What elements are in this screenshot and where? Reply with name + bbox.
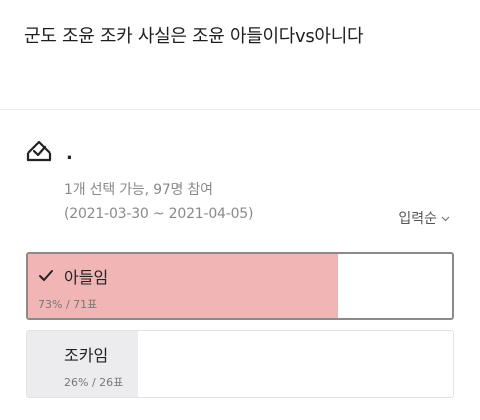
post-title: 군도 조윤 조카 사실은 조윤 아들이다vs아니다	[24, 26, 364, 47]
vote-meta: 1개 선택 가능, 97명 참여	[64, 182, 213, 198]
vote-option-label: 아들임	[64, 268, 109, 287]
vote-option-1[interactable]: 아들임 73% / 71표	[26, 252, 454, 320]
post-header: 군도 조윤 조카 사실은 조윤 아들이다vs아니다	[0, 0, 480, 110]
vote-name: .	[66, 142, 73, 164]
vote-option-label: 조카임	[64, 346, 109, 365]
vote-box-icon	[26, 140, 52, 162]
vote-header: .	[24, 138, 73, 168]
vote-option-stats: 26% / 26표	[64, 376, 124, 389]
vote-period: (2021-03-30 ~ 2021-04-05)	[64, 206, 254, 222]
vote-option-stats: 73% / 71표	[38, 298, 98, 311]
sort-dropdown-label: 입력순	[398, 211, 437, 227]
vote-option-2[interactable]: 조카임 26% / 26표	[26, 330, 454, 398]
check-icon	[39, 270, 53, 281]
chevron-down-icon	[441, 216, 450, 222]
sort-dropdown[interactable]: 입력순	[398, 208, 450, 228]
